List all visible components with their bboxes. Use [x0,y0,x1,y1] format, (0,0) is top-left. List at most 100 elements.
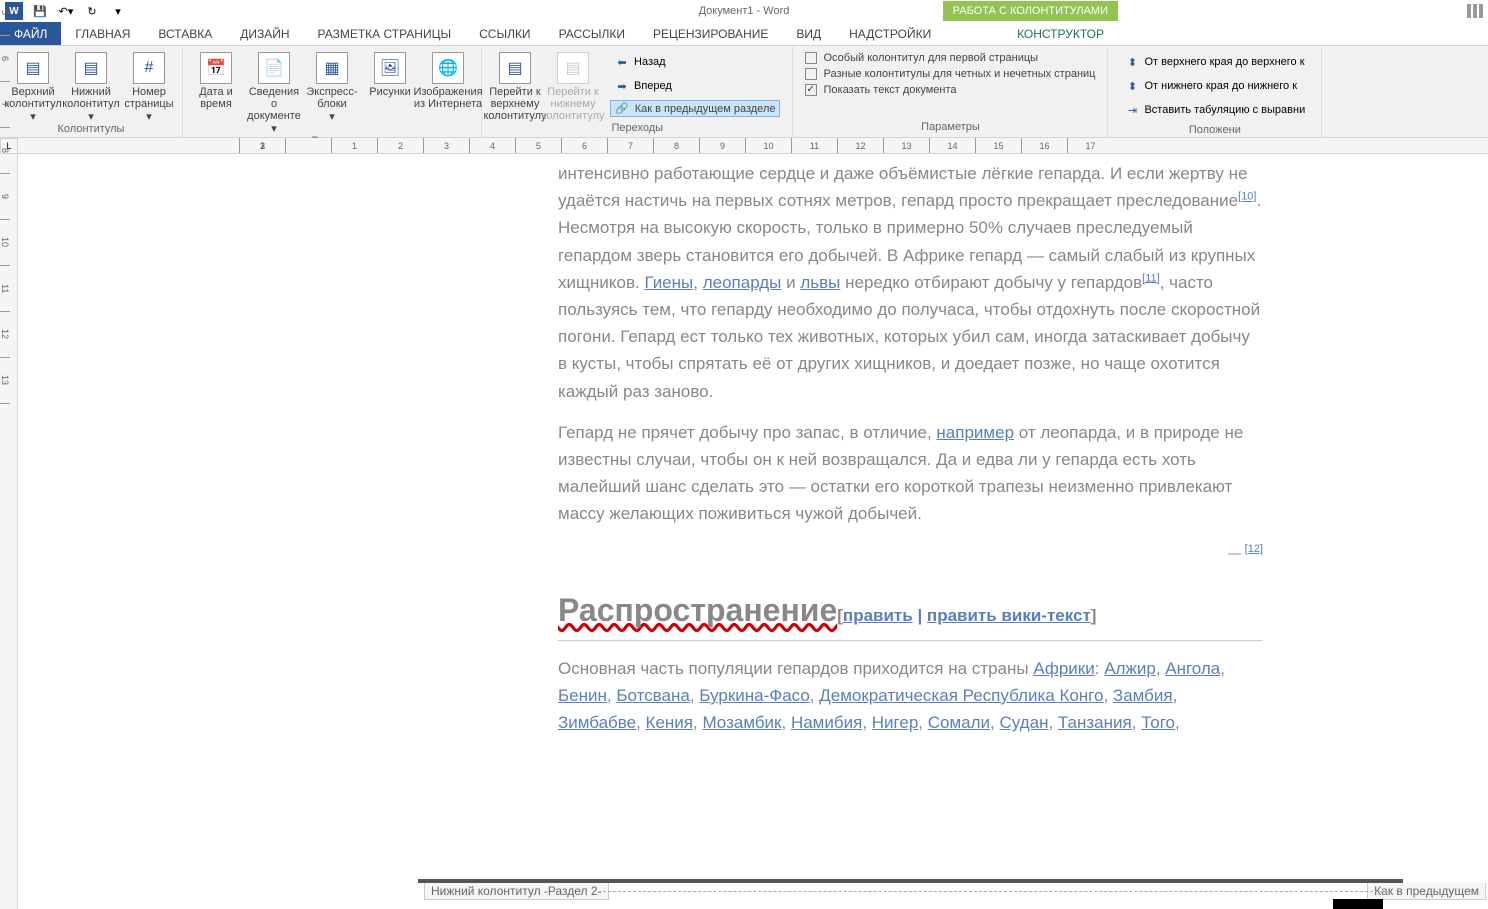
link-lions[interactable]: львы [800,273,840,292]
redo-button[interactable]: ↻ [80,1,104,21]
link-country[interactable]: Намибия [791,713,862,732]
calendar-icon: 📅 [200,52,232,84]
citation-link[interactable]: [12] [1245,543,1263,555]
group-navigation: ▤Перейти к верхнему колонтитулу ▤Перейти… [482,46,793,137]
link-country[interactable]: Судан [999,713,1048,732]
save-button[interactable]: 💾 [28,1,52,21]
quickparts-icon: ▦ [316,52,348,84]
paragraph: Гепард не прячет добычу про запас, в отл… [558,419,1263,528]
quick-parts-button[interactable]: ▦Экспресс-блоки▾ [305,48,359,123]
link-country[interactable]: Нигер [872,713,919,732]
footer-dashed-line [598,891,1388,892]
online-pictures-button[interactable]: 🌐Изображения из Интернета [421,48,475,110]
header-from-top-spinner[interactable]: ⬍От верхнего края до верхнего к [1120,52,1309,72]
next-button[interactable]: ➡Вперед [610,76,780,96]
ribbon-display-options[interactable] [1467,4,1483,18]
header-icon: ▤ [17,52,49,84]
doc-info-button[interactable]: 📄Сведения о документе▾ [247,48,301,135]
group-position: ⬍От верхнего края до верхнего к ⬍От нижн… [1108,46,1322,137]
link-country[interactable]: Бенин [558,686,607,705]
link-country[interactable]: Замбия [1113,686,1173,705]
paragraph: интенсивно работающие сердце и даже объё… [558,160,1263,405]
undo-button[interactable]: ↶▾ [54,1,78,21]
back-arrow-icon: ⬅ [614,54,630,70]
footer-content[interactable]: [Дата] 3 [418,899,1403,909]
tab-design[interactable]: ДИЗАЙН [226,22,303,45]
group-header-footer: ▤Верхний колонтитул▾ ▤Нижний колонтитул▾… [0,46,183,137]
paragraph: Основная часть популяции гепардов приход… [558,655,1263,737]
tab-designer[interactable]: КОНСТРУКТОР [1003,22,1118,45]
link-country[interactable]: Буркина-Фасо [699,686,810,705]
tab-review[interactable]: РЕЦЕНЗИРОВАНИЕ [639,22,782,45]
quick-access-toolbar: W 💾 ↶▾ ↻ ▾ [0,1,130,21]
document-body[interactable]: интенсивно работающие сердце и даже объё… [418,154,1403,736]
picture-icon: 🖼 [374,52,406,84]
ribbon: ▤Верхний колонтитул▾ ▤Нижний колонтитул▾… [0,46,1488,138]
tab-references[interactable]: ССЫЛКИ [465,22,544,45]
tab-mailings[interactable]: РАССЫЛКИ [545,22,639,45]
citation-link[interactable]: [11] [1142,272,1160,284]
link-icon: 🔗 [615,102,629,115]
link-country[interactable]: Мозамбик [702,713,781,732]
previous-button[interactable]: ⬅Назад [610,52,780,72]
page: интенсивно работающие сердце и даже объё… [418,154,1403,750]
show-document-text-checkbox[interactable]: Показать текст документа [805,84,1095,96]
link-hyenas[interactable]: Гиены [644,273,693,292]
edit-link[interactable]: править [843,606,913,625]
goto-footer-icon: ▤ [557,52,589,84]
header-button[interactable]: ▤Верхний колонтитул▾ [6,48,60,123]
footer-icon: ▤ [75,52,107,84]
different-odd-even-checkbox[interactable]: Разные колонтитулы для четных и нечетных… [805,68,1095,80]
ribbon-tabs: ФАЙЛ ГЛАВНАЯ ВСТАВКА ДИЗАЙН РАЗМЕТКА СТР… [0,22,1488,46]
online-picture-icon: 🌐 [432,52,464,84]
insert-alignment-tab-button[interactable]: ⇥Вставить табуляцию с выравни [1120,100,1309,120]
document-area: интенсивно работающие сердце и даже объё… [18,154,1488,909]
link-leopards[interactable]: леопарды [703,273,782,292]
title-bar: W 💾 ↶▾ ↻ ▾ Документ1 - Word РАБОТА С КОЛ… [0,0,1488,22]
footer-from-bottom-spinner[interactable]: ⬍От нижнего края до нижнего к [1120,76,1309,96]
tab-view[interactable]: ВИД [782,22,835,45]
contextual-tab-label: РАБОТА С КОЛОНТИТУЛАМИ [943,1,1118,21]
link-country[interactable]: Зимбабве [558,713,636,732]
link-country[interactable]: Кения [646,713,693,732]
qat-customize[interactable]: ▾ [106,1,130,21]
link-country[interactable]: Ангола [1165,659,1220,678]
horizontal-ruler[interactable]: 3211234567891011121314151617 [18,138,1488,154]
link-country[interactable]: Африки [1033,659,1094,678]
tab-addins[interactable]: НАДСТРОЙКИ [835,22,945,45]
group-insert: 📅Дата и время 📄Сведения о документе▾ ▦Эк… [183,46,482,137]
page-number-field[interactable]: 3 [1333,899,1383,909]
window-title: Документ1 - Word [699,5,790,17]
link-country[interactable]: Танзания [1058,713,1132,732]
ruler-top-icon: ⬍ [1124,54,1140,70]
vertical-ruler[interactable]: 131211109876543211 [0,154,18,909]
citation-link[interactable]: [10] [1238,191,1256,203]
link-country[interactable]: Демократическая Республика Конго [819,686,1103,705]
link-country[interactable]: Ботсвана [616,686,689,705]
footer-button[interactable]: ▤Нижний колонтитул▾ [64,48,118,123]
heading-distribution: Распространение[править | править вики-т… [558,585,1263,641]
pictures-button[interactable]: 🖼Рисунки [363,48,417,98]
ruler-bottom-icon: ⬍ [1124,78,1140,94]
link-to-previous-toggle[interactable]: 🔗Как в предыдущем разделе [610,100,780,117]
link-country[interactable]: Алжир [1104,659,1156,678]
docinfo-icon: 📄 [258,52,290,84]
goto-header-icon: ▤ [499,52,531,84]
link-country[interactable]: Сомали [928,713,990,732]
footer-section-tag[interactable]: Нижний колонтитул -Раздел 2- [424,883,609,900]
forward-arrow-icon: ➡ [614,78,630,94]
tab-page-layout[interactable]: РАЗМЕТКА СТРАНИЦЫ [304,22,466,45]
page-number-icon: # [133,52,165,84]
edit-wiki-link[interactable]: править вики-текст [927,606,1091,625]
different-first-page-checkbox[interactable]: Особый колонтитул для первой страницы [805,52,1095,64]
page-number-button[interactable]: #Номер страницы▾ [122,48,176,123]
link-example[interactable]: например [936,423,1014,442]
link-country[interactable]: Того [1141,713,1175,732]
tab-home[interactable]: ГЛАВНАЯ [61,22,144,45]
goto-footer-button: ▤Перейти к нижнему колонтитулу [546,48,600,122]
date-time-button[interactable]: 📅Дата и время [189,48,243,110]
tab-icon: ⇥ [1124,102,1140,118]
goto-header-button[interactable]: ▤Перейти к верхнему колонтитулу [488,48,542,122]
tab-insert[interactable]: ВСТАВКА [144,22,226,45]
citation-right: ― [12] [558,541,1263,564]
